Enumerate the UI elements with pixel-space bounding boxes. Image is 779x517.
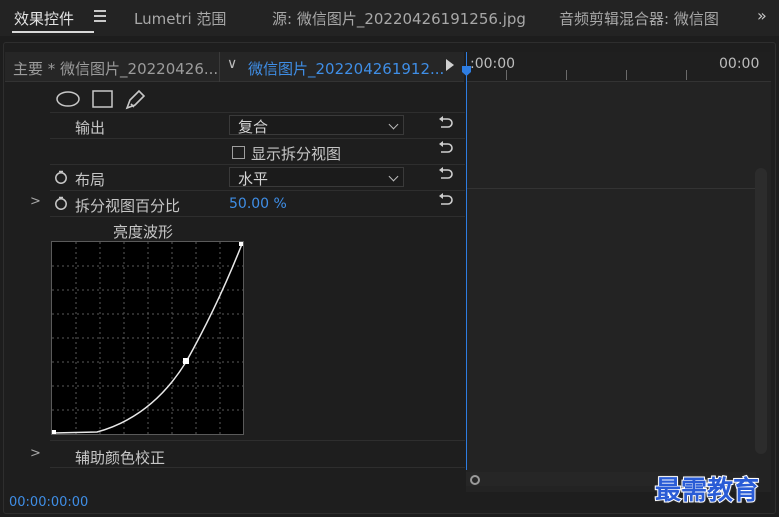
ruler-tick bbox=[686, 70, 687, 80]
output-value: 复合 bbox=[238, 118, 269, 136]
waveform-title: 亮度波形 bbox=[113, 223, 174, 241]
curve-end-point bbox=[239, 242, 243, 246]
waveform-graph bbox=[52, 242, 243, 434]
tab-lumetri-scopes[interactable]: Lumetri 范围 bbox=[134, 8, 226, 29]
row-divider bbox=[50, 138, 465, 139]
more-tabs-icon[interactable]: » bbox=[757, 6, 767, 25]
output-label: 输出 bbox=[75, 119, 106, 137]
show-split-view-label: 显示拆分视图 bbox=[251, 145, 342, 163]
curve-control-point bbox=[183, 358, 189, 364]
tab-audio-clip-mixer[interactable]: 音频剪辑混合器: 微信图 bbox=[559, 8, 727, 29]
ruler-tick bbox=[626, 70, 627, 80]
clip-divider bbox=[219, 52, 220, 82]
stopwatch-icon[interactable] bbox=[54, 170, 68, 184]
timeline-separator bbox=[466, 188, 756, 189]
ruler-end-time: 00:00 bbox=[719, 56, 760, 72]
time-ruler[interactable]: :00:00 00:00 bbox=[466, 52, 771, 82]
row-divider bbox=[50, 164, 465, 165]
ruler-start-time: :00:00 bbox=[470, 56, 516, 72]
master-clip-label[interactable]: 主要 * 微信图片_20220426... bbox=[13, 58, 218, 79]
ruler-tick bbox=[506, 70, 507, 80]
panel-tab-strip: 效果控件 Lumetri 范围 源: 微信图片_20220426191256.j… bbox=[0, 0, 779, 36]
show-split-view-checkbox[interactable] bbox=[232, 146, 245, 159]
split-percent-label: 拆分视图百分比 bbox=[75, 197, 181, 215]
chevron-down-icon bbox=[388, 119, 399, 130]
layout-label: 布局 bbox=[75, 171, 106, 189]
layout-value: 水平 bbox=[238, 170, 269, 188]
split-percent-value[interactable]: 50.00 % bbox=[229, 196, 287, 212]
vertical-scrollbar[interactable] bbox=[755, 168, 767, 454]
output-dropdown[interactable]: 复合 bbox=[229, 115, 404, 136]
chevron-right-icon[interactable]: > bbox=[30, 446, 41, 461]
watermark-logo: 最需教育 bbox=[654, 475, 760, 507]
reset-icon[interactable] bbox=[438, 141, 454, 155]
chevron-right-icon[interactable]: > bbox=[30, 194, 41, 209]
reset-icon[interactable] bbox=[438, 193, 454, 207]
clip-header-bar: 主要 * 微信图片_20220426... ∨ 微信图片_20220426191… bbox=[5, 52, 464, 82]
sequence-dropdown-chevron-icon[interactable]: ∨ bbox=[227, 56, 237, 72]
panel-menu-icon[interactable] bbox=[94, 10, 106, 22]
chevron-down-icon bbox=[388, 171, 399, 182]
row-divider bbox=[50, 467, 465, 468]
mini-timeline[interactable]: :00:00 00:00 bbox=[466, 52, 771, 492]
stopwatch-icon[interactable] bbox=[54, 196, 68, 210]
tab-effect-controls[interactable]: 效果控件 bbox=[14, 8, 74, 29]
auxiliary-color-correction-label[interactable]: 辅助颜色校正 bbox=[75, 447, 165, 468]
pen-mask-icon bbox=[125, 89, 146, 110]
reset-icon[interactable] bbox=[438, 116, 454, 130]
tab-source[interactable]: 源: 微信图片_20220426191256.jpg bbox=[272, 8, 534, 29]
play-only-clip-icon[interactable] bbox=[446, 59, 454, 71]
reset-icon[interactable] bbox=[438, 167, 454, 181]
row-divider bbox=[50, 216, 465, 217]
rectangle-mask-icon bbox=[92, 90, 113, 108]
playhead-line[interactable] bbox=[466, 52, 467, 470]
ellipse-mask-icon bbox=[56, 91, 80, 107]
active-tab-underline bbox=[12, 31, 94, 33]
sequence-clip-label[interactable]: 微信图片_202204261912... bbox=[248, 58, 444, 79]
layout-dropdown[interactable]: 水平 bbox=[229, 167, 404, 188]
ruler-tick bbox=[566, 70, 567, 80]
row-divider bbox=[50, 190, 465, 191]
row-divider bbox=[50, 440, 465, 441]
mask-tools bbox=[56, 89, 146, 110]
current-timecode[interactable]: 00:00:00:00 bbox=[9, 495, 88, 510]
luma-waveform-scope[interactable] bbox=[51, 241, 244, 435]
curve-start-point bbox=[52, 430, 56, 434]
row-divider bbox=[50, 112, 465, 113]
zoom-handle[interactable] bbox=[470, 475, 480, 485]
